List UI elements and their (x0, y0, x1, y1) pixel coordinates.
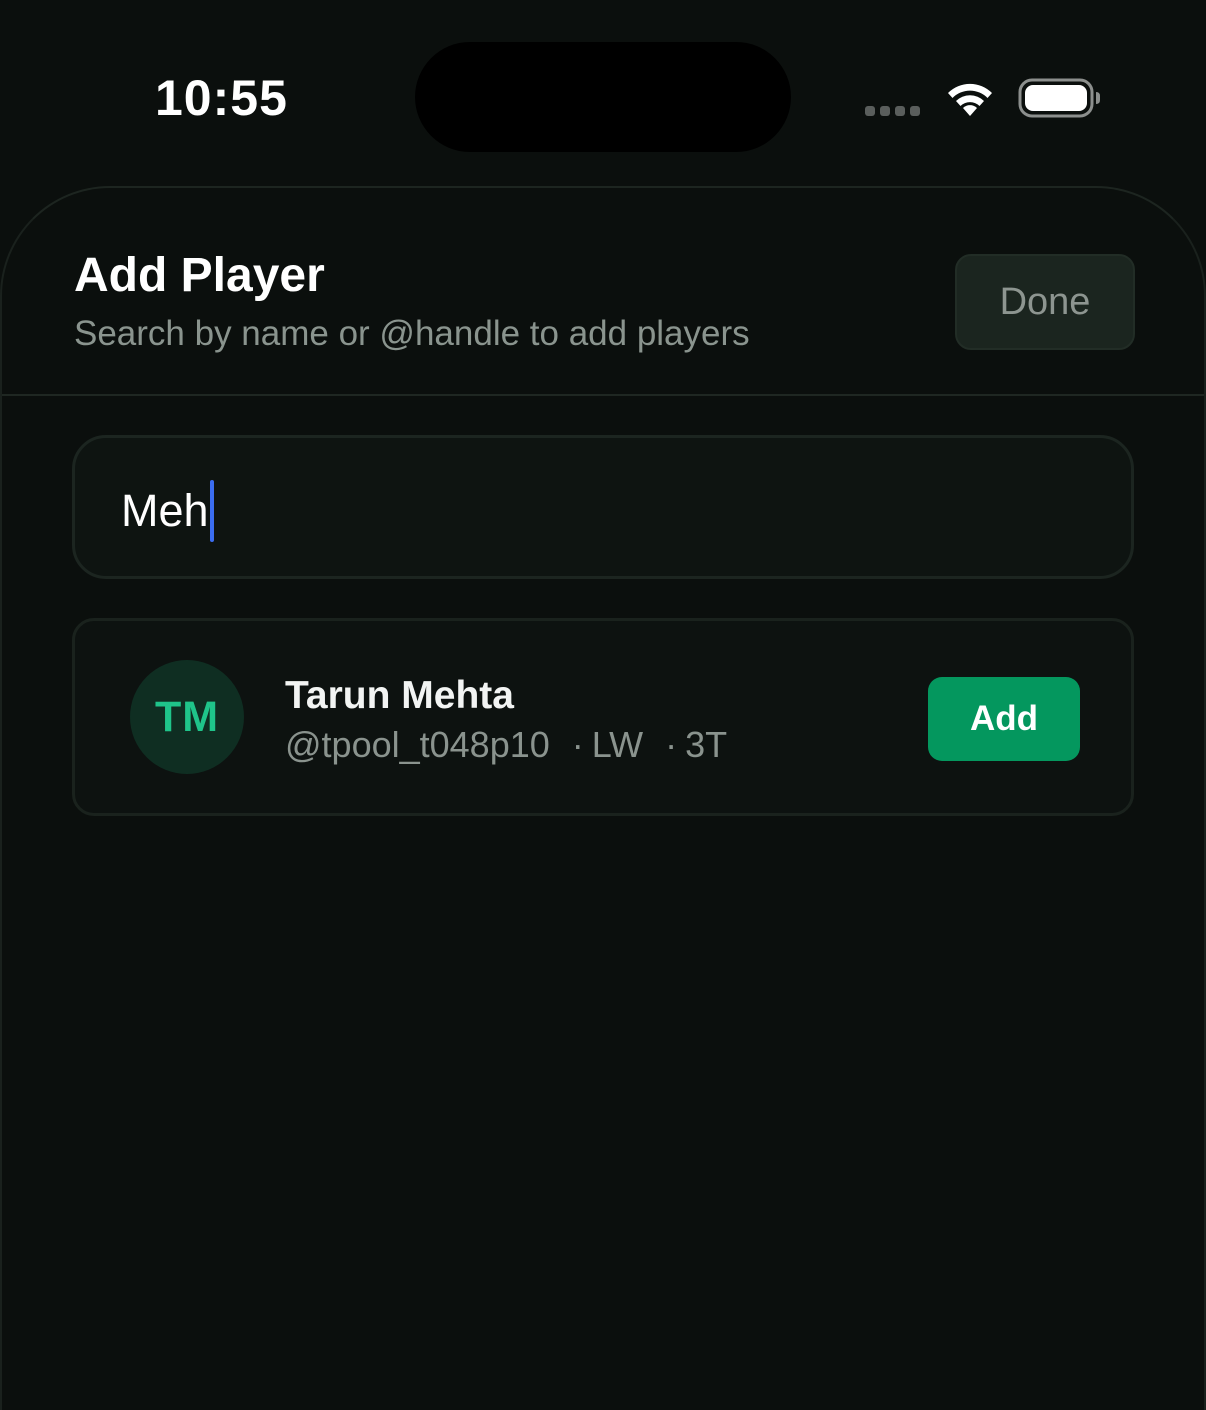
player-meta: @tpool_t048p10 · LW · 3T (285, 723, 727, 767)
search-input-value: Meh (121, 485, 209, 536)
cellular-signal-icon (865, 106, 920, 116)
dynamic-island (415, 42, 791, 152)
screen: 10:55 Add Player Search by name or @hand… (0, 0, 1206, 1410)
player-search-input[interactable]: Meh (72, 435, 1134, 579)
player-avatar: TM (130, 660, 244, 774)
player-name: Tarun Mehta (285, 674, 514, 717)
wifi-icon (948, 83, 992, 116)
meta-separator: · (571, 724, 584, 765)
player-position: LW (591, 724, 644, 765)
player-result-card: TM Tarun Mehta @tpool_t048p10 · LW · 3T Add (72, 618, 1134, 816)
battery-icon (1018, 78, 1100, 118)
player-handle: @tpool_t048p10 (285, 724, 550, 765)
done-button[interactable]: Done (955, 254, 1135, 350)
text-caret (209, 480, 214, 542)
meta-separator: · (665, 724, 678, 765)
sheet-title: Add Player (74, 249, 325, 302)
sheet-subtitle: Search by name or @handle to add players (74, 314, 750, 353)
sheet-header: Add Player Search by name or @handle to … (2, 188, 1204, 396)
add-player-button[interactable]: Add (928, 677, 1080, 761)
player-tier: 3T (685, 724, 728, 765)
status-time: 10:55 (155, 70, 288, 126)
